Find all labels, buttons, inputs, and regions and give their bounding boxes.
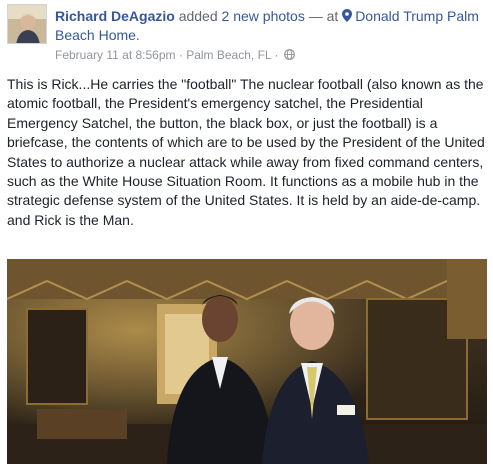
- post-photo[interactable]: [7, 259, 487, 464]
- globe-icon[interactable]: [283, 49, 295, 60]
- timestamp-link[interactable]: February 11 at 8:56pm: [55, 48, 176, 62]
- photo-image: [7, 259, 487, 464]
- avatar-image: [8, 5, 46, 43]
- post-header: Richard DeAgazio added 2 new photos — at…: [7, 4, 487, 66]
- location-text[interactable]: Palm Beach, FL: [186, 48, 271, 62]
- location-pin-icon: [342, 9, 353, 22]
- post-text: This is Rick...He carries the "football"…: [7, 75, 487, 230]
- author-name-link[interactable]: Richard DeAgazio: [55, 8, 175, 24]
- post-closing-line: and Rick is the Man.: [7, 211, 134, 228]
- separator-text: — at: [308, 8, 339, 24]
- author-avatar[interactable]: [7, 4, 47, 44]
- post-header-text: Richard DeAgazio added 2 new photos — at…: [55, 7, 487, 45]
- meta-dot: ·: [274, 48, 279, 62]
- post-meta: February 11 at 8:56pm · Palm Beach, FL ·: [55, 47, 295, 63]
- photos-link[interactable]: 2 new photos: [222, 8, 305, 24]
- post-paragraph: This is Rick...He carries the "football"…: [7, 76, 485, 209]
- meta-dot: ·: [178, 48, 183, 62]
- action-text: added: [178, 8, 218, 24]
